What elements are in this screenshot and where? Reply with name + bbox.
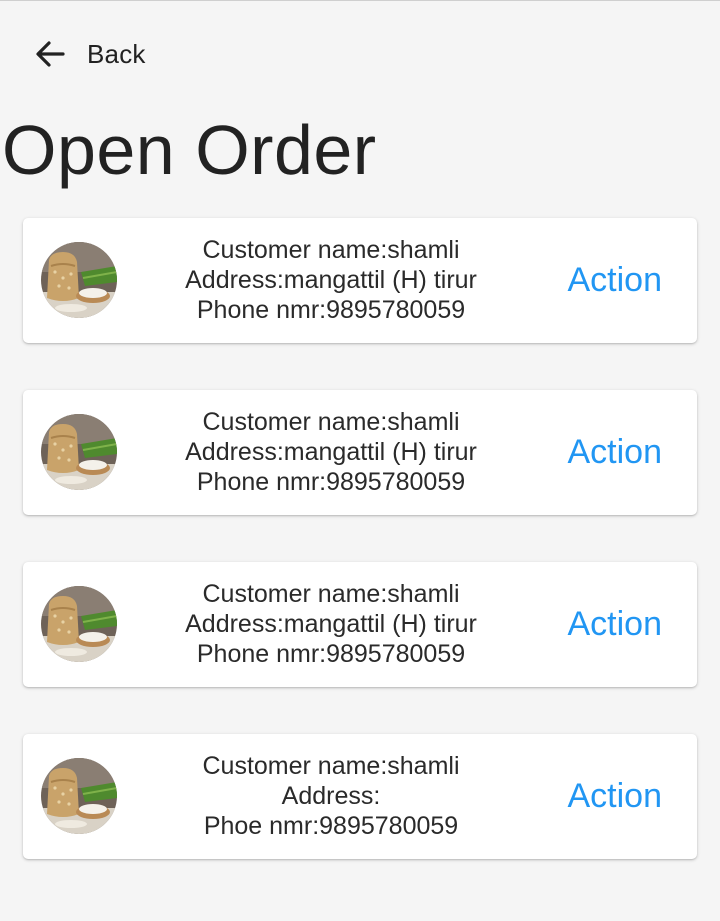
rice-sack-icon — [41, 242, 117, 318]
order-info: Customer name:shamli Address: Phoe nmr:9… — [141, 751, 521, 841]
back-label: Back — [87, 38, 146, 69]
customer-address: Address:mangattil (H) tirur — [185, 610, 477, 638]
order-card: Customer name:shamli Address: Phoe nmr:9… — [23, 734, 697, 859]
rice-sack-icon — [41, 414, 117, 490]
page-title: Open Order — [2, 111, 377, 189]
customer-name: Customer name:shamli — [202, 752, 460, 780]
customer-address: Address: — [281, 782, 381, 810]
product-avatar — [41, 758, 117, 834]
action-button[interactable]: Action — [568, 432, 663, 472]
order-info: Customer name:shamli Address:mangattil (… — [141, 235, 521, 325]
customer-name: Customer name:shamli — [202, 236, 460, 264]
customer-address: Address:mangattil (H) tirur — [185, 266, 477, 294]
arrow-left-icon — [36, 41, 65, 67]
order-info: Customer name:shamli Address:mangattil (… — [141, 579, 521, 669]
back-button[interactable]: Back — [33, 34, 146, 74]
order-card: Customer name:shamli Address:mangattil (… — [23, 390, 697, 515]
rice-sack-icon — [41, 586, 117, 662]
product-avatar — [41, 586, 117, 662]
product-avatar — [41, 414, 117, 490]
rice-sack-icon — [41, 758, 117, 834]
customer-address: Address:mangattil (H) tirur — [185, 438, 477, 466]
customer-phone: Phone nmr:9895780059 — [196, 640, 466, 668]
customer-phone: Phone nmr:9895780059 — [196, 296, 466, 324]
order-card: Customer name:shamli Address:mangattil (… — [23, 218, 697, 343]
customer-phone: Phoe nmr:9895780059 — [203, 812, 459, 840]
order-info: Customer name:shamli Address:mangattil (… — [141, 407, 521, 497]
action-button[interactable]: Action — [568, 776, 663, 816]
order-list: Customer name:shamli Address:mangattil (… — [23, 218, 697, 906]
customer-phone: Phone nmr:9895780059 — [196, 468, 466, 496]
action-button[interactable]: Action — [568, 604, 663, 644]
customer-name: Customer name:shamli — [202, 408, 460, 436]
product-avatar — [41, 242, 117, 318]
customer-name: Customer name:shamli — [202, 580, 460, 608]
action-button[interactable]: Action — [568, 260, 663, 300]
top-divider — [0, 0, 720, 1]
order-card: Customer name:shamli Address:mangattil (… — [23, 562, 697, 687]
